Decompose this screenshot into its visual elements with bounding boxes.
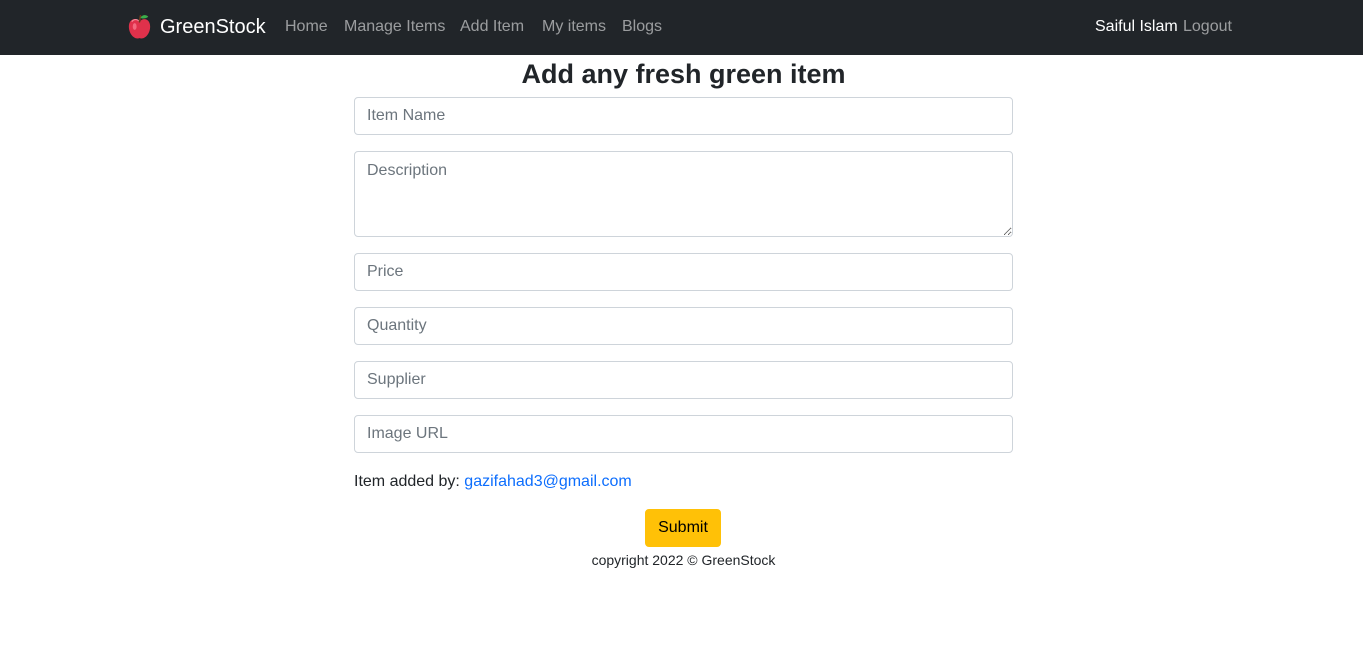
- nav-manage-items[interactable]: Manage Items: [344, 17, 445, 37]
- footer-copyright: copyright 2022 © GreenStock: [591, 552, 776, 568]
- submit-button[interactable]: Submit: [645, 509, 721, 547]
- nav-home[interactable]: Home: [285, 17, 328, 37]
- nav-my-items[interactable]: My items: [542, 17, 606, 37]
- price-input[interactable]: [354, 253, 1013, 291]
- logout-link[interactable]: Logout: [1183, 17, 1232, 37]
- page-title: Add any fresh green item: [521, 59, 846, 89]
- apple-icon: [128, 14, 151, 39]
- brand-name: GreenStock: [160, 15, 266, 38]
- nav-add-item[interactable]: Add Item: [460, 17, 524, 37]
- user-name: Saiful Islam: [1095, 18, 1178, 35]
- added-by-line: Item added by: gazifahad3@gmail.com: [354, 472, 632, 492]
- brand-link[interactable]: GreenStock: [125, 12, 266, 42]
- image-url-input[interactable]: [354, 415, 1013, 453]
- added-by-email-link[interactable]: gazifahad3@gmail.com: [464, 473, 631, 490]
- description-textarea[interactable]: [354, 151, 1013, 237]
- added-by-label: Item added by:: [354, 473, 460, 490]
- quantity-input[interactable]: [354, 307, 1013, 345]
- supplier-input[interactable]: [354, 361, 1013, 399]
- item-name-input[interactable]: [354, 97, 1013, 135]
- nav-blogs[interactable]: Blogs: [622, 17, 662, 37]
- top-navbar: GreenStock Home Manage Items Add Item My…: [0, 0, 1363, 55]
